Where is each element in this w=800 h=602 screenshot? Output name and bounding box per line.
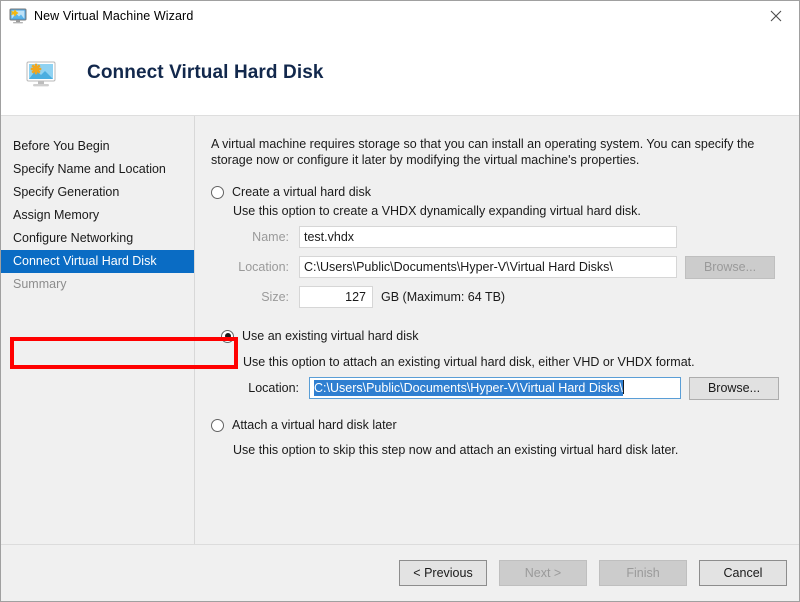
existing-disk-fields: Location: C:\Users\Public\Documents\Hype… — [243, 375, 789, 401]
radio-icon-unchecked — [211, 418, 224, 432]
title-bar: New Virtual Machine Wizard — [1, 1, 799, 31]
location-label-disabled: Location: — [238, 260, 289, 274]
window-controls — [753, 1, 799, 31]
radio-label-attach-virtual-hard-disk-later: Attach a virtual hard disk later — [232, 418, 397, 432]
radio-label-create-virtual-hard-disk: Create a virtual hard disk — [232, 185, 371, 199]
location-input-disabled: C:\Users\Public\Documents\Hyper-V\Virtua… — [299, 256, 677, 278]
window-title: New Virtual Machine Wizard — [34, 9, 194, 23]
location-input-selected-text: C:\Users\Public\Documents\Hyper-V\Virtua… — [314, 380, 623, 396]
sidebar-item-before-you-begin[interactable]: Before You Begin — [1, 135, 194, 158]
radio-description-use-existing-virtual-hard-disk: Use this option to attach an existing vi… — [243, 355, 695, 369]
text-caret — [622, 380, 624, 394]
name-label: Name: — [252, 230, 289, 244]
finish-button: Finish — [599, 560, 687, 586]
location-input-active[interactable]: C:\Users\Public\Documents\Hyper-V\Virtua… — [309, 377, 681, 399]
radio-use-existing-virtual-hard-disk[interactable]: Use an existing virtual hard disk — [221, 326, 789, 346]
size-field-row: Size: 127 GB (Maximum: 64 TB) — [233, 284, 789, 310]
next-button: Next > — [499, 560, 587, 586]
radio-icon-unchecked — [211, 185, 224, 199]
wizard-content: A virtual machine requires storage so th… — [195, 116, 799, 544]
wizard-steps-sidebar: Before You Begin Specify Name and Locati… — [1, 116, 195, 544]
size-label: Size: — [261, 290, 289, 304]
wizard-body: Before You Begin Specify Name and Locati… — [1, 116, 799, 544]
radio-description-attach-virtual-hard-disk-later: Use this option to skip this step now an… — [233, 443, 679, 457]
page-title: Connect Virtual Hard Disk — [87, 62, 324, 83]
name-field-row: Name: test.vhdx — [233, 224, 789, 250]
name-input: test.vhdx — [299, 226, 677, 248]
radio-label-use-existing-virtual-hard-disk: Use an existing virtual hard disk — [242, 329, 419, 343]
size-suffix-label: GB (Maximum: 64 TB) — [381, 290, 506, 304]
location-label-active: Location: — [248, 381, 299, 395]
close-button[interactable] — [753, 1, 799, 31]
close-icon — [770, 10, 782, 22]
sidebar-item-configure-networking[interactable]: Configure Networking — [1, 227, 194, 250]
size-input: 127 — [299, 286, 373, 308]
previous-button[interactable]: < Previous — [399, 560, 487, 586]
sidebar-item-connect-virtual-hard-disk[interactable]: Connect Virtual Hard Disk — [1, 250, 194, 273]
radio-description-create-virtual-hard-disk: Use this option to create a VHDX dynamic… — [233, 204, 641, 218]
location-field-row-disabled: Location: C:\Users\Public\Documents\Hype… — [233, 254, 789, 280]
page-header: Connect Virtual Hard Disk — [1, 31, 799, 116]
browse-button-disabled: Browse... — [685, 255, 775, 279]
browse-button-active[interactable]: Browse... — [689, 376, 779, 400]
create-disk-fields: Name: test.vhdx Location: C:\Users\Publi… — [233, 224, 789, 310]
intro-text: A virtual machine requires storage so th… — [211, 137, 755, 167]
sidebar-item-assign-memory[interactable]: Assign Memory — [1, 204, 194, 227]
sidebar-item-summary: Summary — [13, 277, 67, 291]
wizard-footer: < Previous Next > Finish Cancel — [1, 544, 799, 601]
sidebar-item-specify-generation[interactable]: Specify Generation — [1, 181, 194, 204]
location-field-row-active: Location: C:\Users\Public\Documents\Hype… — [243, 375, 789, 401]
virtual-machine-icon — [9, 8, 27, 24]
radio-create-virtual-hard-disk[interactable]: Create a virtual hard disk — [211, 182, 789, 202]
virtual-machine-icon — [25, 57, 57, 89]
radio-icon-checked — [221, 329, 234, 343]
sidebar-item-specify-name-and-location[interactable]: Specify Name and Location — [1, 158, 194, 181]
radio-attach-virtual-hard-disk-later[interactable]: Attach a virtual hard disk later — [211, 415, 789, 435]
new-vm-wizard-window: New Virtual Machine Wizard Connect Virtu… — [0, 0, 800, 602]
cancel-button[interactable]: Cancel — [699, 560, 787, 586]
